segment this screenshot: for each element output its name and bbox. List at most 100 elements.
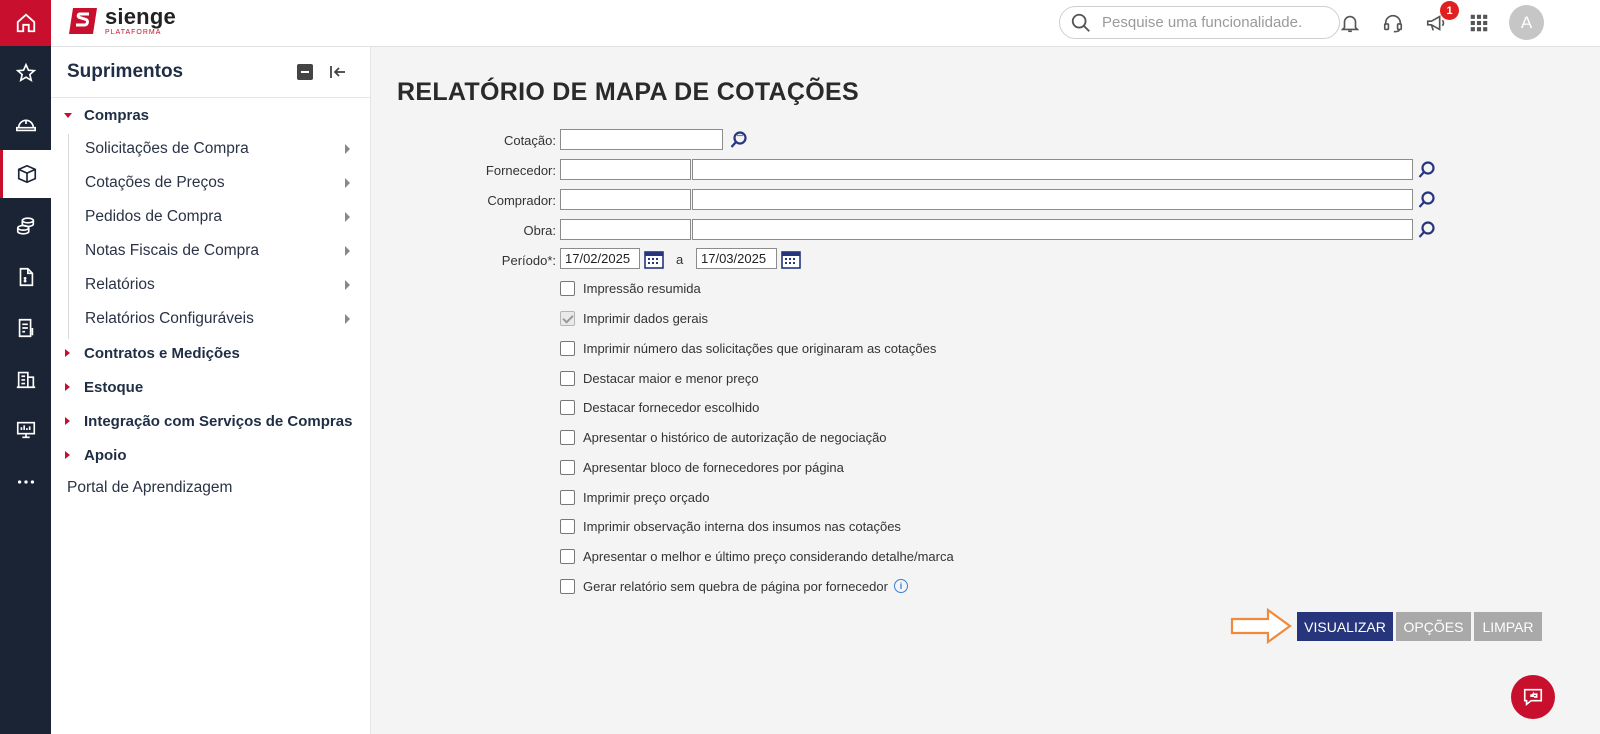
star-icon[interactable] (0, 49, 51, 97)
fornecedor-name-input[interactable] (692, 159, 1413, 180)
icon-rail (0, 0, 51, 734)
option-preco-orcado[interactable]: Imprimir preço orçado (560, 488, 709, 506)
periodo-end-input[interactable] (696, 248, 777, 269)
feedback-chat-button[interactable] (1511, 675, 1555, 719)
building-icon[interactable] (0, 355, 51, 403)
chevron-right-icon (65, 349, 70, 357)
cotacao-input[interactable] (560, 129, 723, 150)
option-label: Imprimir preço orçado (583, 489, 710, 505)
top-bar: sienge PLATAFORMA 1 A (51, 0, 1600, 47)
more-icon[interactable] (0, 458, 51, 506)
sienge-logo-icon (69, 8, 97, 34)
comprador-lookup-button[interactable] (1416, 189, 1438, 211)
checkbox[interactable] (560, 489, 575, 505)
checkbox[interactable] (560, 459, 575, 475)
document-icon[interactable] (0, 253, 51, 301)
option-label: Impressão resumida (583, 280, 701, 296)
option-bloco-fornecedores[interactable]: Apresentar bloco de fornecedores por pág… (560, 458, 844, 476)
sidebar-item-pedidos[interactable]: Pedidos de Compra (69, 203, 369, 231)
sidebar-item-cotacoes[interactable]: Cotações de Preços (69, 169, 369, 197)
monitor-icon[interactable] (0, 406, 51, 454)
checkbox[interactable] (560, 399, 575, 415)
chevron-right-icon (345, 314, 350, 324)
sidebar-item-solicitacoes[interactable]: Solicitações de Compra (69, 135, 369, 163)
megaphone-icon[interactable]: 1 (1423, 1, 1459, 36)
checkbox[interactable] (560, 429, 575, 445)
sidebar-group-integracao[interactable]: Integração com Serviços de Compras (51, 408, 371, 434)
option-label: Destacar maior e menor preço (583, 370, 759, 386)
apps-grid-icon[interactable] (1466, 10, 1492, 36)
checkbox-checked[interactable] (560, 310, 575, 326)
option-observacao-interna[interactable]: Imprimir observação interna dos insumos … (560, 517, 901, 535)
option-label: Imprimir dados gerais (583, 310, 708, 326)
brand-sub: PLATAFORMA (105, 29, 162, 36)
option-destacar-fornecedor[interactable]: Destacar fornecedor escolhido (560, 398, 759, 416)
box-icon[interactable] (0, 150, 51, 198)
report-icon[interactable] (0, 304, 51, 352)
cotacao-lookup-button[interactable] (728, 129, 750, 151)
opcoes-button[interactable]: OPÇÕES (1396, 612, 1471, 641)
sidebar-item-relatorios[interactable]: Relatórios (69, 271, 369, 299)
calendar-icon[interactable] (644, 249, 664, 269)
sidebar-header: Suprimentos (51, 47, 371, 98)
sienge-logo[interactable]: sienge PLATAFORMA (69, 6, 176, 36)
brand-name: sienge (105, 4, 176, 29)
sidebar-item-label: Solicitações de Compra (85, 140, 249, 157)
bell-icon[interactable] (1337, 10, 1363, 36)
option-label: Imprimir observação interna dos insumos … (583, 518, 901, 534)
sidebar-group-label: Estoque (84, 378, 144, 396)
option-destacar-maior-menor[interactable]: Destacar maior e menor preço (560, 369, 759, 387)
sidebar-group-contratos[interactable]: Contratos e Medições (51, 340, 371, 366)
home-icon[interactable] (0, 0, 51, 46)
cotacao-label: Cotação: (503, 133, 556, 148)
helmet-icon[interactable] (0, 100, 51, 148)
global-search[interactable] (1059, 6, 1340, 39)
option-imprimir-dados-gerais[interactable]: Imprimir dados gerais (560, 309, 708, 327)
chevron-down-icon (64, 112, 72, 118)
obra-name-input[interactable] (692, 219, 1413, 240)
calendar-icon[interactable] (781, 249, 801, 269)
sidebar-group-estoque[interactable]: Estoque (51, 374, 371, 400)
comprador-code-input[interactable] (560, 189, 691, 210)
fornecedor-lookup-button[interactable] (1416, 159, 1438, 181)
coins-icon[interactable] (0, 202, 51, 250)
option-historico-autorizacao[interactable]: Apresentar o histórico de autorização de… (560, 428, 887, 446)
periodo-start-input[interactable] (560, 248, 640, 269)
obra-code-input[interactable] (560, 219, 691, 240)
option-sem-quebra-pagina[interactable]: Gerar relatório sem quebra de página por… (560, 577, 908, 595)
sidebar-group-apoio[interactable]: Apoio (51, 442, 371, 468)
sidebar-group-compras[interactable]: Compras (51, 102, 371, 128)
notification-badge: 1 (1440, 1, 1459, 20)
info-icon[interactable]: i (893, 579, 908, 593)
search-input[interactable] (1102, 14, 1322, 31)
option-label: Imprimir número das solicitações que ori… (583, 340, 937, 356)
limpar-button[interactable]: LIMPAR (1474, 612, 1542, 641)
headset-icon[interactable] (1380, 10, 1406, 36)
checkbox[interactable] (560, 578, 575, 594)
sidebar-title: Suprimentos (67, 61, 184, 82)
option-imprimir-numero-solicitacoes[interactable]: Imprimir número das solicitações que ori… (560, 339, 936, 357)
option-melhor-ultimo-preco[interactable]: Apresentar o melhor e último preço consi… (560, 547, 954, 565)
visualizar-button[interactable]: VISUALIZAR (1297, 612, 1393, 641)
option-label: Apresentar bloco de fornecedores por pág… (583, 459, 844, 475)
checkbox[interactable] (560, 518, 575, 534)
sidebar-group-label: Contratos e Medições (84, 344, 240, 362)
page-title: RELATÓRIO DE MAPA DE COTAÇÕES (397, 78, 859, 106)
sidebar-item-notas-fiscais[interactable]: Notas Fiscais de Compra (69, 237, 369, 265)
chevron-right-icon (65, 451, 70, 459)
obra-lookup-button[interactable] (1416, 219, 1438, 241)
periodo-separator: a (676, 252, 684, 267)
checkbox[interactable] (560, 548, 575, 564)
option-impressao-resumida[interactable]: Impressão resumida (560, 279, 701, 297)
checkbox[interactable] (560, 370, 575, 386)
user-avatar[interactable]: A (1509, 5, 1544, 40)
hide-sidebar-icon[interactable] (328, 62, 348, 82)
option-label: Apresentar o melhor e último preço consi… (583, 548, 954, 564)
sidebar-link-portal[interactable]: Portal de Aprendizagem (67, 479, 232, 497)
collapse-all-icon[interactable] (297, 64, 313, 80)
comprador-name-input[interactable] (692, 189, 1413, 210)
checkbox[interactable] (560, 280, 575, 296)
sidebar-item-relatorios-configuraveis[interactable]: Relatórios Configuráveis (69, 305, 369, 333)
fornecedor-code-input[interactable] (560, 159, 691, 180)
checkbox[interactable] (560, 340, 575, 356)
